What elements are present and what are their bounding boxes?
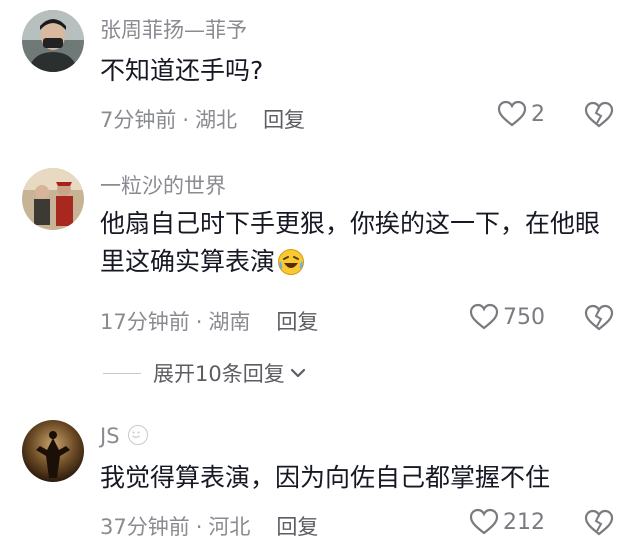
like-button[interactable]: 2: [497, 100, 545, 128]
like-count: 212: [503, 509, 545, 535]
dislike-button[interactable]: [584, 304, 614, 336]
dislike-button[interactable]: [584, 509, 614, 541]
reply-button[interactable]: 回复: [276, 515, 318, 539]
comment-meta: 7分钟前 · 湖北 回复: [100, 104, 305, 134]
timestamp: 7分钟前: [100, 108, 177, 132]
comment-text: 我觉得算表演，因为向佐自己都掌握不住: [100, 463, 551, 492]
username-text: JS: [100, 424, 120, 448]
separator-dot: ·: [195, 515, 203, 539]
separator-dot: ·: [182, 108, 190, 132]
like-count: 750: [503, 304, 545, 330]
like-count: 2: [531, 101, 545, 127]
avatar[interactable]: [22, 420, 84, 482]
heart-outline-icon: [497, 100, 527, 127]
reply-button[interactable]: 回复: [263, 108, 305, 132]
reply-button[interactable]: 回复: [276, 310, 318, 334]
location: 湖北: [195, 108, 238, 132]
avatar[interactable]: [22, 10, 84, 72]
smile-icon: [127, 425, 148, 445]
heart-outline-icon: [469, 508, 499, 535]
laughing-tears-emoji: [277, 248, 305, 287]
comment-text: 他扇自己时下手更狠，你挨的这一下，在他眼里这确实算表演: [100, 205, 620, 287]
username[interactable]: 一粒沙的世界: [100, 170, 226, 200]
avatar[interactable]: [22, 168, 84, 230]
dislike-button[interactable]: [584, 101, 614, 133]
username[interactable]: JS: [100, 424, 148, 448]
separator-dot: ·: [195, 310, 203, 334]
broken-heart-icon: [584, 509, 614, 536]
heart-outline-icon: [469, 303, 499, 330]
broken-heart-icon: [584, 304, 614, 331]
timestamp: 37分钟前: [100, 515, 190, 539]
like-button[interactable]: 750: [469, 303, 545, 331]
comment-meta: 37分钟前 · 河北 回复: [100, 511, 318, 541]
expand-replies[interactable]: 展开10条回复: [103, 358, 307, 388]
like-button[interactable]: 212: [469, 508, 545, 536]
expand-replies-label[interactable]: 展开10条回复: [153, 358, 285, 388]
location: 河北: [208, 515, 251, 539]
broken-heart-icon: [584, 101, 614, 128]
username[interactable]: 张周菲扬—菲予: [100, 14, 247, 44]
chevron-down-icon: [290, 368, 305, 378]
divider-line: [103, 372, 141, 374]
comment-meta: 17分钟前 · 湖南 回复: [100, 306, 318, 336]
comment-text: 不知道还手吗?: [100, 56, 264, 85]
timestamp: 17分钟前: [100, 310, 190, 334]
location: 湖南: [208, 310, 251, 334]
comment-text-content: 他扇自己时下手更狠，你挨的这一下，在他眼里这确实算表演: [100, 209, 601, 276]
